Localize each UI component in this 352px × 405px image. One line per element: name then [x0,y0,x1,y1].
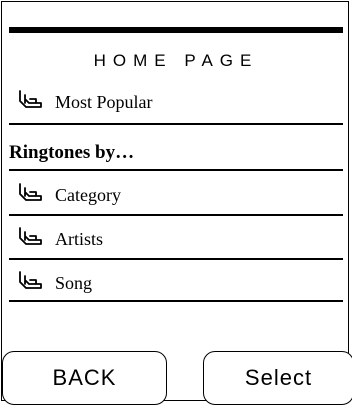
back-button[interactable]: BACK [2,351,167,405]
menu-item-label: Song [55,273,93,293]
divider [9,300,343,302]
status-bar [9,27,343,33]
hand-pointer-icon [19,271,42,289]
menu-item-label: Category [55,185,121,205]
menu-item-artists[interactable]: Artists [9,222,343,256]
hand-pointer-icon [19,183,42,201]
hand-pointer-icon [19,90,42,108]
menu-item-category[interactable]: Category [9,178,343,212]
divider [9,123,343,125]
menu-item-most-popular[interactable]: Most Popular [9,85,343,119]
section-heading: Ringtones by… [9,142,135,163]
divider [9,169,343,171]
menu-item-song[interactable]: Song [9,266,343,300]
page-title: HOME PAGE [93,51,259,70]
menu-item-label: Artists [55,229,104,249]
select-button[interactable]: Select [203,351,352,405]
hand-pointer-icon [19,227,42,245]
menu-item-label: Most Popular [55,92,153,112]
divider [9,214,343,216]
divider [9,258,343,260]
